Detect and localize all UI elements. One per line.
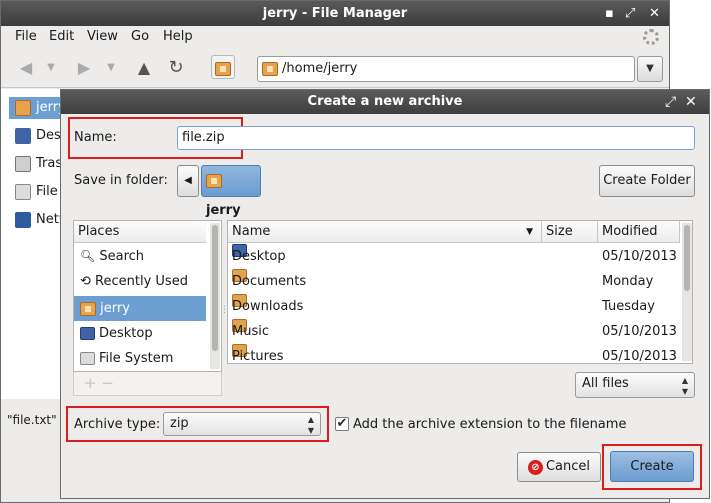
save-in-folder-label: Save in folder: [74, 173, 168, 188]
place-file-system[interactable]: File System [74, 346, 206, 371]
close-icon[interactable]: ✕ [685, 90, 697, 114]
place-search[interactable]: 🔍︎ Search [74, 244, 206, 269]
file-row[interactable]: Documents Monday [228, 269, 680, 294]
column-name[interactable]: Name ▼ [228, 221, 542, 243]
menu-view[interactable]: View [87, 29, 118, 44]
desktop-icon [15, 127, 31, 144]
location-dropdown-button[interactable]: ▼ [637, 56, 663, 82]
places-header[interactable]: Places [74, 221, 206, 243]
menu-edit[interactable]: Edit [49, 29, 74, 44]
cancel-icon: ⊘ [528, 460, 543, 475]
name-input[interactable]: file.zip [177, 126, 695, 150]
loading-spinner-icon [643, 29, 659, 45]
sidebar-item-desktop[interactable]: Desktop [15, 125, 63, 147]
location-bar[interactable]: /home/jerry [257, 56, 635, 82]
dialog-title: Create a new archive [307, 94, 463, 109]
add-extension-label: Add the archive extension to the filenam… [353, 417, 627, 432]
cancel-button[interactable]: ⊘ Cancel [517, 452, 601, 482]
dialog-titlebar[interactable]: Create a new archive ⤢ ✕ [61, 90, 709, 114]
places-scrollbar[interactable] [210, 223, 220, 369]
menu-go[interactable]: Go [131, 29, 149, 44]
back-icon[interactable]: ◀ [15, 56, 37, 80]
create-folder-button[interactable]: Create Folder [599, 165, 695, 197]
menu-bar: File Edit View Go Help [1, 26, 669, 48]
column-size[interactable]: Size [542, 221, 598, 243]
file-row[interactable]: Pictures 05/10/2013 [228, 344, 680, 363]
create-button[interactable]: Create [610, 451, 694, 482]
select-arrows-icon: ▲ ▼ [681, 376, 688, 396]
home-button[interactable] [211, 55, 235, 79]
archive-type-label: Archive type: [74, 417, 161, 432]
places-add-remove[interactable]: + − [73, 372, 222, 396]
places-scroll-thumb[interactable] [212, 225, 218, 351]
status-bar: "file.txt" [7, 413, 57, 427]
network-icon [15, 211, 31, 228]
reload-icon[interactable]: ↻ [165, 56, 187, 80]
file-row[interactable]: Desktop 05/10/2013 [228, 244, 680, 269]
up-icon[interactable]: ▲ [133, 56, 155, 80]
home-folder-icon [15, 99, 31, 116]
recent-icon: ⟲ [80, 274, 91, 289]
forward-history-icon[interactable]: ▼ [105, 56, 117, 80]
forward-icon[interactable]: ▶ [73, 56, 95, 80]
sort-desc-icon: ▼ [526, 227, 533, 237]
menu-help[interactable]: Help [163, 29, 193, 44]
file-list: Name ▼ Size Modified Desktop 05/10/2013 … [227, 220, 693, 364]
current-folder-button[interactable]: jerry [201, 165, 261, 218]
maximize-icon[interactable]: ⤢ [665, 90, 676, 114]
close-icon[interactable]: ✕ [649, 1, 660, 26]
home-folder-icon [80, 301, 96, 316]
sidebar-item-filesystem[interactable]: File System [15, 181, 63, 203]
back-history-icon[interactable]: ▼ [45, 56, 57, 80]
sidebar: jerry Desktop Trash File System Network [1, 89, 63, 399]
place-recently-used[interactable]: ⟲ Recently Used [74, 269, 206, 294]
places-pane: Places 🔍︎ Search ⟲ Recently Used jerry D… [73, 220, 222, 372]
file-list-scroll-thumb[interactable] [684, 225, 690, 291]
location-path: /home/jerry [282, 61, 358, 76]
file-row[interactable]: Music 05/10/2013 [228, 319, 680, 344]
file-manager-titlebar[interactable]: jerry - File Manager ▪ ⤢ ✕ [1, 1, 669, 26]
sidebar-item-trash[interactable]: Trash [15, 153, 63, 175]
add-extension-checkbox[interactable]: ✔ [335, 417, 349, 431]
home-folder-icon [262, 62, 278, 76]
file-filter-select[interactable]: All files ▲ ▼ [575, 372, 695, 398]
path-back-button[interactable]: ◀ [177, 165, 199, 197]
place-desktop[interactable]: Desktop [74, 321, 206, 346]
sidebar-item-network[interactable]: Network [15, 209, 63, 231]
file-row[interactable]: Downloads Tuesday [228, 294, 680, 319]
menu-file[interactable]: File [15, 29, 37, 44]
create-archive-dialog: Create a new archive ⤢ ✕ Name: file.zip … [60, 89, 710, 499]
drive-icon [15, 183, 31, 200]
drive-icon [80, 352, 95, 365]
minimize-icon[interactable]: ▪ [605, 1, 614, 26]
trash-icon [15, 155, 31, 172]
column-modified[interactable]: Modified [598, 221, 680, 243]
maximize-icon[interactable]: ⤢ [625, 1, 635, 26]
sidebar-item-jerry[interactable]: jerry [9, 97, 63, 119]
home-folder-icon [206, 173, 222, 188]
desktop-icon [80, 327, 95, 340]
search-icon: 🔍︎ [80, 249, 96, 263]
name-label: Name: [74, 130, 117, 145]
home-icon [215, 61, 231, 76]
window-title: jerry - File Manager [262, 6, 408, 21]
file-list-scrollbar[interactable] [682, 223, 692, 361]
archive-type-select[interactable]: zip ▲ ▼ [163, 412, 321, 436]
place-jerry[interactable]: jerry [74, 296, 206, 321]
select-arrows-icon: ▲ ▼ [307, 415, 314, 435]
